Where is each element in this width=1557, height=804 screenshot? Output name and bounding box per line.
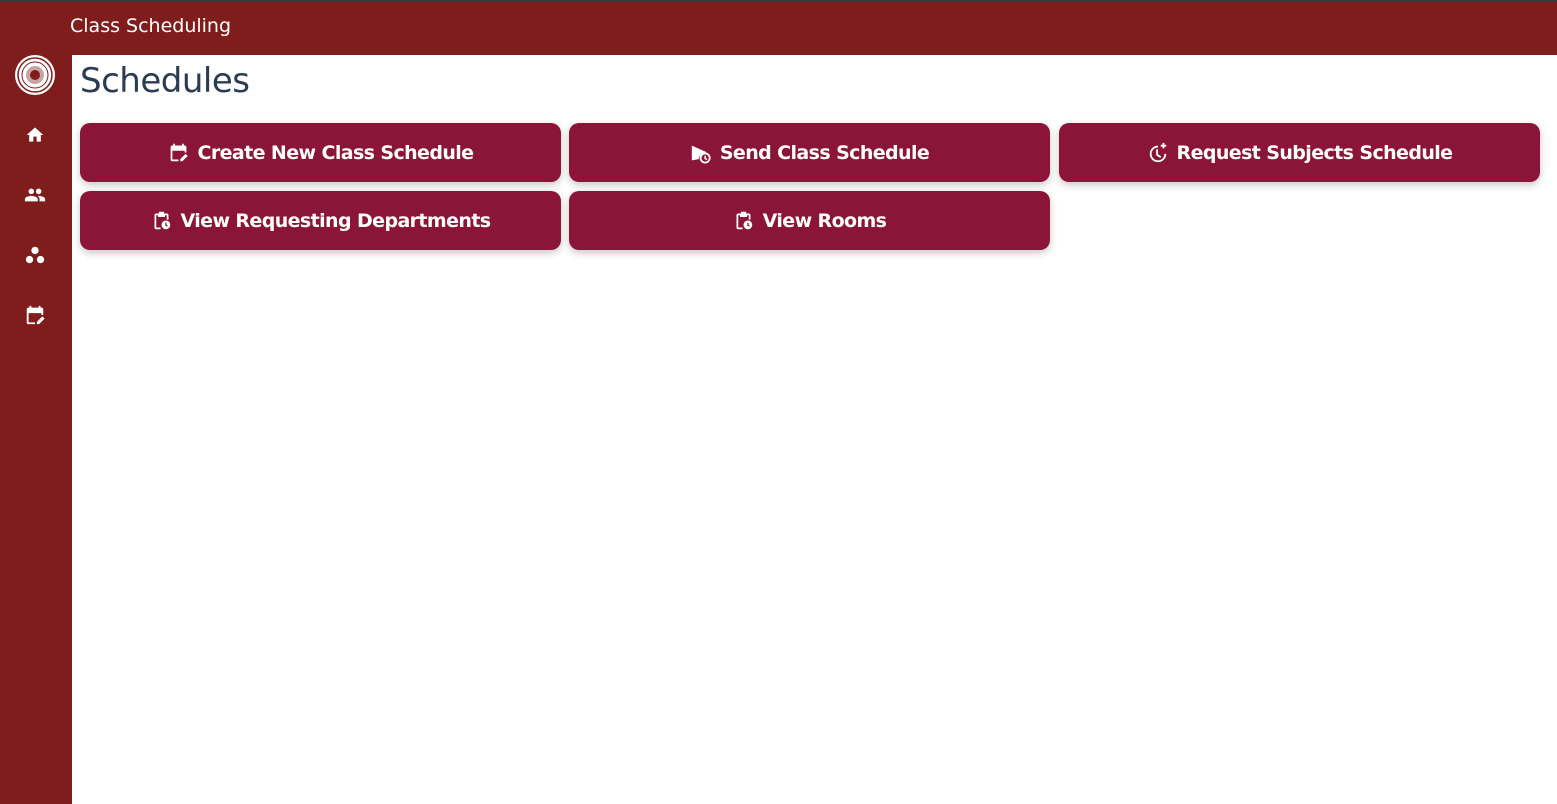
button-label: View Requesting Departments: [180, 209, 491, 232]
sidebar: [0, 55, 72, 804]
calendar-edit-icon: [168, 142, 190, 164]
people-icon[interactable]: [23, 183, 47, 207]
clipboard-clock-icon: [733, 210, 755, 232]
button-label: Create New Class Schedule: [197, 141, 475, 164]
send-schedule-icon: [690, 142, 712, 164]
button-label: Request Subjects Schedule: [1176, 141, 1454, 164]
request-subjects-schedule-button[interactable]: Request Subjects Schedule: [1059, 123, 1540, 182]
button-label: View Rooms: [762, 209, 887, 232]
page-title: Schedules: [80, 61, 250, 101]
university-seal-icon[interactable]: [15, 55, 55, 95]
view-requesting-departments-button[interactable]: View Requesting Departments: [80, 191, 561, 250]
view-rooms-button[interactable]: View Rooms: [569, 191, 1050, 250]
button-label: Send Class Schedule: [719, 141, 930, 164]
groups-icon[interactable]: [23, 243, 47, 267]
clock-plus-icon: [1147, 142, 1169, 164]
calendar-edit-icon[interactable]: [23, 303, 47, 327]
app-title: Class Scheduling: [70, 15, 232, 37]
main-content: Schedules Create New Class Schedule Send…: [72, 55, 1557, 804]
clipboard-clock-icon: [150, 210, 172, 232]
home-icon[interactable]: [23, 123, 47, 147]
send-class-schedule-button[interactable]: Send Class Schedule: [569, 123, 1050, 182]
create-new-class-schedule-button[interactable]: Create New Class Schedule: [80, 123, 561, 182]
top-bar: Class Scheduling: [0, 0, 1557, 55]
